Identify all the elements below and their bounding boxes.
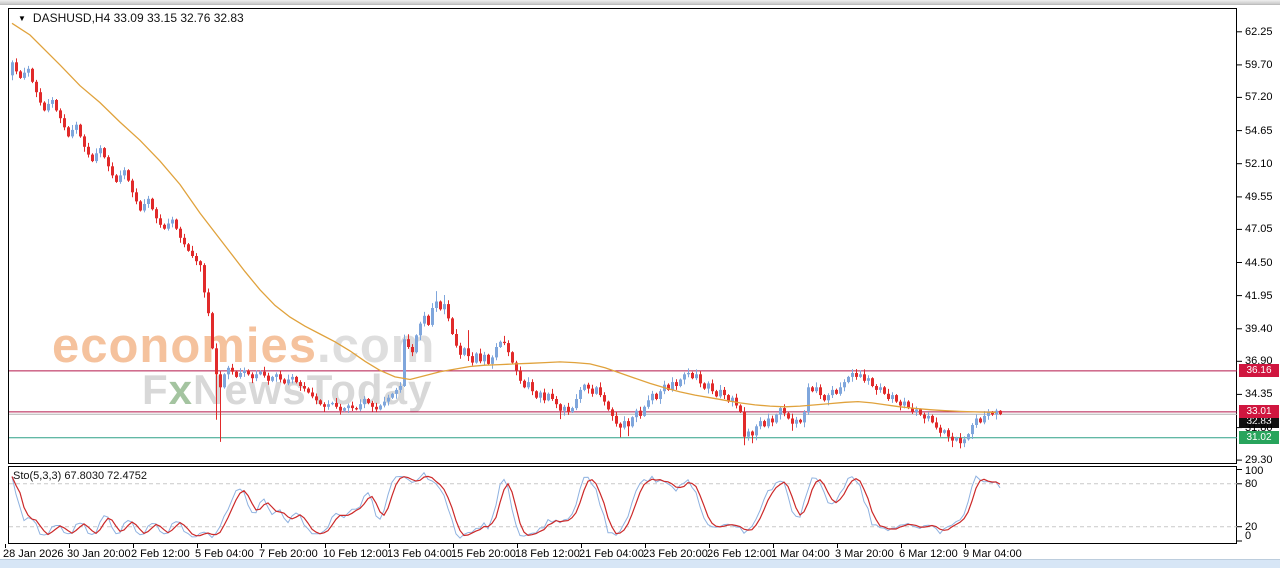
date-axis-label: 15 Feb 20:00 — [451, 548, 516, 560]
stochastic-indicator-label: Sto(5,3,3) 67.8030 72.4752 — [13, 470, 147, 482]
price-axis-label: 39.40 — [1245, 323, 1273, 335]
price-axis-label: 49.55 — [1245, 191, 1273, 203]
date-axis-label: 23 Feb 20:00 — [643, 548, 708, 560]
chart-title-bar: ▼ DASHUSD,H4 33.09 33.15 32.76 32.83 — [18, 11, 244, 25]
stochastic-panel[interactable] — [8, 466, 1237, 544]
price-badge-resistance: 36.16 — [1239, 364, 1279, 377]
price-axis-label: 52.10 — [1245, 158, 1273, 170]
date-axis-label: 30 Jan 20:00 — [67, 548, 131, 560]
price-badge-support: 31.02 — [1239, 431, 1279, 444]
symbol-dropdown-icon[interactable]: ▼ — [18, 14, 26, 23]
date-axis-label: 7 Feb 20:00 — [259, 548, 318, 560]
stoch-axis-label: 100 — [1245, 465, 1263, 477]
price-axis-label: 54.65 — [1245, 125, 1273, 137]
price-axis-label: 62.25 — [1245, 26, 1273, 38]
price-axis-label: 34.35 — [1245, 388, 1273, 400]
price-axis-label: 41.95 — [1245, 290, 1273, 302]
price-axis-label: 47.05 — [1245, 223, 1273, 235]
date-axis-label: 3 Mar 20:00 — [835, 548, 894, 560]
date-axis-label: 1 Mar 04:00 — [771, 548, 830, 560]
price-axis-label: 59.70 — [1245, 59, 1273, 71]
date-axis-label: 18 Feb 12:00 — [515, 548, 580, 560]
date-axis-label: 13 Feb 04:00 — [387, 548, 452, 560]
watermark-site-line: FxNewsToday — [142, 366, 432, 414]
date-axis-label: 26 Feb 12:00 — [707, 548, 772, 560]
symbol-ohlc-title: DASHUSD,H4 33.09 33.15 32.76 32.83 — [33, 11, 244, 25]
price-axis-label: 57.20 — [1245, 91, 1273, 103]
date-axis-label: 9 Mar 04:00 — [963, 548, 1022, 560]
date-axis-label: 10 Feb 12:00 — [323, 548, 388, 560]
date-axis-label: 28 Jan 2026 — [3, 548, 64, 560]
watermark: economies.com FxNewsToday — [0, 0, 1237, 464]
stoch-axis-label: 0 — [1245, 530, 1251, 542]
date-axis-label: 5 Feb 04:00 — [195, 548, 254, 560]
price-badge-support: 33.01 — [1239, 405, 1279, 418]
price-axis-label: 44.50 — [1245, 257, 1273, 269]
date-axis-label: 21 Feb 04:00 — [579, 548, 644, 560]
date-axis-label: 6 Mar 12:00 — [899, 548, 958, 560]
date-axis-label: 2 Feb 12:00 — [131, 548, 190, 560]
stoch-axis-label: 80 — [1245, 478, 1257, 490]
